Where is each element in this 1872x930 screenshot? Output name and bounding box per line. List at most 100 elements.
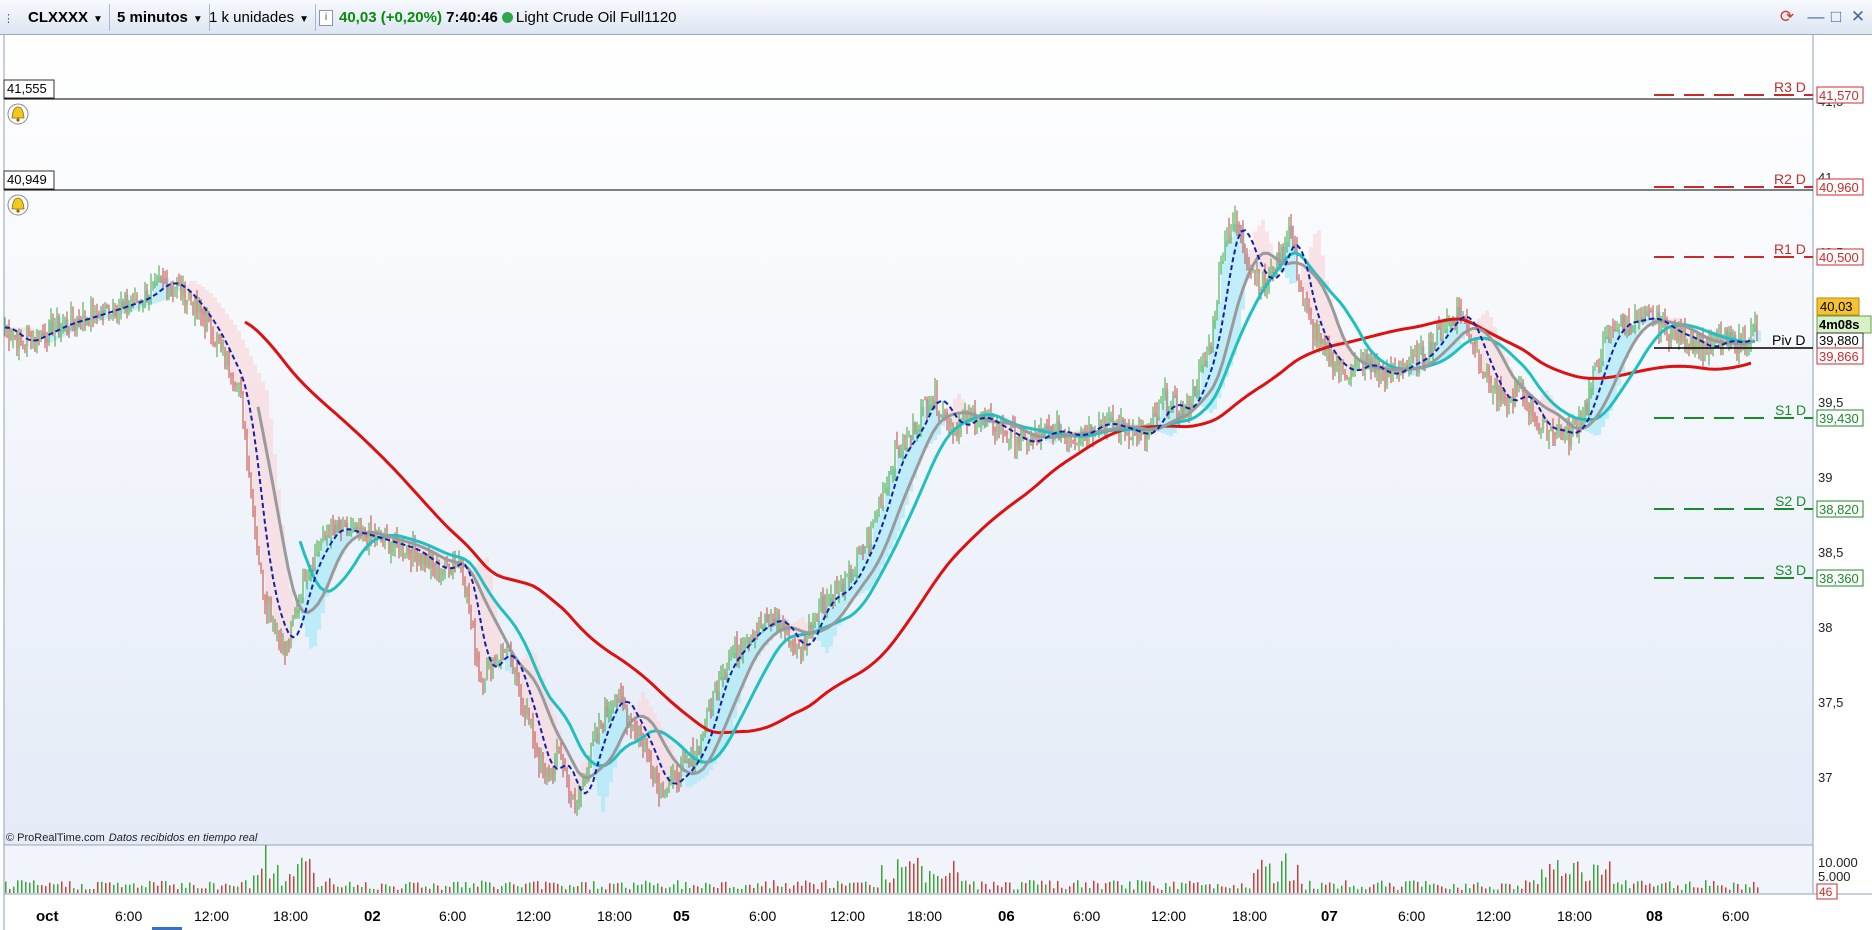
volume-bar bbox=[981, 881, 983, 893]
chart-area[interactable]: 41,555 40,949 R3 D R2 D R1 D Piv D S1 D … bbox=[0, 35, 1872, 930]
pivot-value-r3: 41,570 bbox=[1819, 88, 1859, 103]
volume-bar bbox=[329, 878, 331, 893]
volume-bar bbox=[1697, 887, 1699, 893]
minimize-button[interactable]: — bbox=[1806, 6, 1826, 28]
volume-bar bbox=[389, 886, 391, 893]
volume-bar bbox=[1313, 888, 1315, 893]
volume-bar bbox=[1021, 881, 1023, 893]
volume-bar bbox=[1589, 880, 1591, 893]
volume-bar bbox=[1241, 883, 1243, 893]
volume-bar bbox=[321, 885, 323, 893]
info-icon[interactable]: i bbox=[319, 10, 333, 27]
volume-bar bbox=[213, 883, 215, 893]
instrument-selector[interactable]: CLXXXX ▼ bbox=[22, 4, 110, 31]
price-chart[interactable]: 41,555 40,949 R3 D R2 D R1 D Piv D S1 D … bbox=[0, 35, 1872, 930]
cloud-segment bbox=[257, 373, 261, 549]
volume-bar bbox=[1477, 882, 1479, 893]
volume-bar bbox=[145, 887, 147, 893]
volume-bar bbox=[237, 886, 239, 893]
volume-bar bbox=[1309, 880, 1311, 893]
volume-bar bbox=[1005, 882, 1007, 893]
time-tick: 12:00 bbox=[516, 908, 551, 924]
volume-bar bbox=[1417, 881, 1419, 893]
volume-bar bbox=[1069, 886, 1071, 893]
alert-value-1: 41,555 bbox=[7, 81, 47, 96]
volume-bar bbox=[529, 882, 531, 893]
volume-bar bbox=[997, 885, 999, 893]
cloud-segment bbox=[725, 672, 729, 746]
volume-bar bbox=[1409, 880, 1411, 893]
units-selector[interactable]: 1 k unidades ▼ bbox=[203, 4, 316, 31]
volume-bar bbox=[829, 888, 831, 893]
volume-bar bbox=[625, 887, 627, 893]
volume-bar bbox=[1225, 887, 1227, 893]
volume-bar bbox=[1145, 881, 1147, 893]
volume-bar bbox=[1449, 889, 1451, 893]
volume-bar bbox=[57, 884, 59, 893]
volume-bar bbox=[605, 889, 607, 893]
cloud-segment bbox=[705, 729, 709, 776]
volume-bar bbox=[777, 886, 779, 893]
volume-bar bbox=[205, 888, 207, 893]
volume-bar bbox=[45, 886, 47, 893]
price-axis[interactable]: 41,5 41 40,5 40 39,5 39 38,5 38 37,5 37 … bbox=[1816, 86, 1872, 900]
volume-bar bbox=[1357, 889, 1359, 893]
volume-bar bbox=[201, 888, 203, 893]
volume-bar bbox=[1401, 886, 1403, 893]
time-tick: 18:00 bbox=[597, 908, 632, 924]
maximize-button[interactable]: □ bbox=[1826, 6, 1846, 28]
volume-bar bbox=[585, 882, 587, 893]
volume-bar bbox=[445, 885, 447, 893]
volume-bar bbox=[969, 884, 971, 893]
volume-bar bbox=[1725, 887, 1727, 893]
grip-icon[interactable]: ⋮ bbox=[3, 6, 14, 33]
pivot-name-r1: R1 D bbox=[1774, 241, 1806, 257]
volume-bar bbox=[953, 860, 955, 893]
time-tick: 18:00 bbox=[907, 908, 942, 924]
volume-bar bbox=[41, 885, 43, 893]
volume-bar bbox=[461, 887, 463, 893]
volume-bar bbox=[1305, 889, 1307, 893]
volume-bar bbox=[513, 884, 515, 893]
volume-bar bbox=[761, 886, 763, 893]
close-button[interactable]: ✕ bbox=[1848, 6, 1868, 28]
bell-icon[interactable] bbox=[7, 103, 29, 125]
volume-bar bbox=[121, 887, 123, 893]
volume-bar bbox=[105, 882, 107, 893]
volume-bar bbox=[1645, 885, 1647, 893]
volume-bar bbox=[537, 881, 539, 893]
volume-bar bbox=[17, 880, 19, 893]
volume-bar bbox=[1525, 880, 1527, 893]
volume-bar bbox=[629, 889, 631, 893]
time-axis[interactable]: oct 6:00 12:00 18:00 02 6:00 12:00 18:00… bbox=[36, 908, 1749, 930]
volume-bar bbox=[229, 885, 231, 893]
volume-bar bbox=[1329, 882, 1331, 893]
cloud-segment bbox=[1309, 247, 1313, 315]
volume-bar bbox=[189, 882, 191, 893]
time-tick: 6:00 bbox=[1398, 908, 1425, 924]
refresh-icon[interactable]: ⟳ bbox=[1777, 6, 1797, 28]
bell-icon[interactable] bbox=[7, 194, 29, 216]
instrument-info[interactable]: i 40,03 (+0,20%) 7:40:46 Light Crude Oil F… bbox=[319, 4, 677, 31]
time-tick: 02 bbox=[364, 908, 381, 925]
volume-bar bbox=[1633, 883, 1635, 893]
volume-bar bbox=[993, 881, 995, 893]
volume-bar bbox=[1741, 889, 1743, 893]
volume-bar bbox=[837, 880, 839, 893]
last-price: 40,03 bbox=[1820, 299, 1853, 314]
volume-bar bbox=[1345, 880, 1347, 893]
volume-bar bbox=[245, 880, 247, 893]
cloud-segment bbox=[1613, 329, 1617, 400]
volume-bar bbox=[589, 889, 591, 893]
volume-tick: 5.000 bbox=[1818, 869, 1851, 884]
volume-bar bbox=[341, 887, 343, 893]
cloud-segment bbox=[1257, 225, 1261, 274]
volume-bar bbox=[1261, 859, 1263, 893]
volume-bar bbox=[1609, 861, 1611, 893]
volume-bar bbox=[621, 882, 623, 893]
volume-bar bbox=[697, 886, 699, 893]
cloud-segment bbox=[33, 329, 37, 338]
volume-bar bbox=[1197, 882, 1199, 893]
volume-bar bbox=[1193, 882, 1195, 893]
timeframe-selector[interactable]: 5 minutos ▼ bbox=[111, 4, 210, 31]
